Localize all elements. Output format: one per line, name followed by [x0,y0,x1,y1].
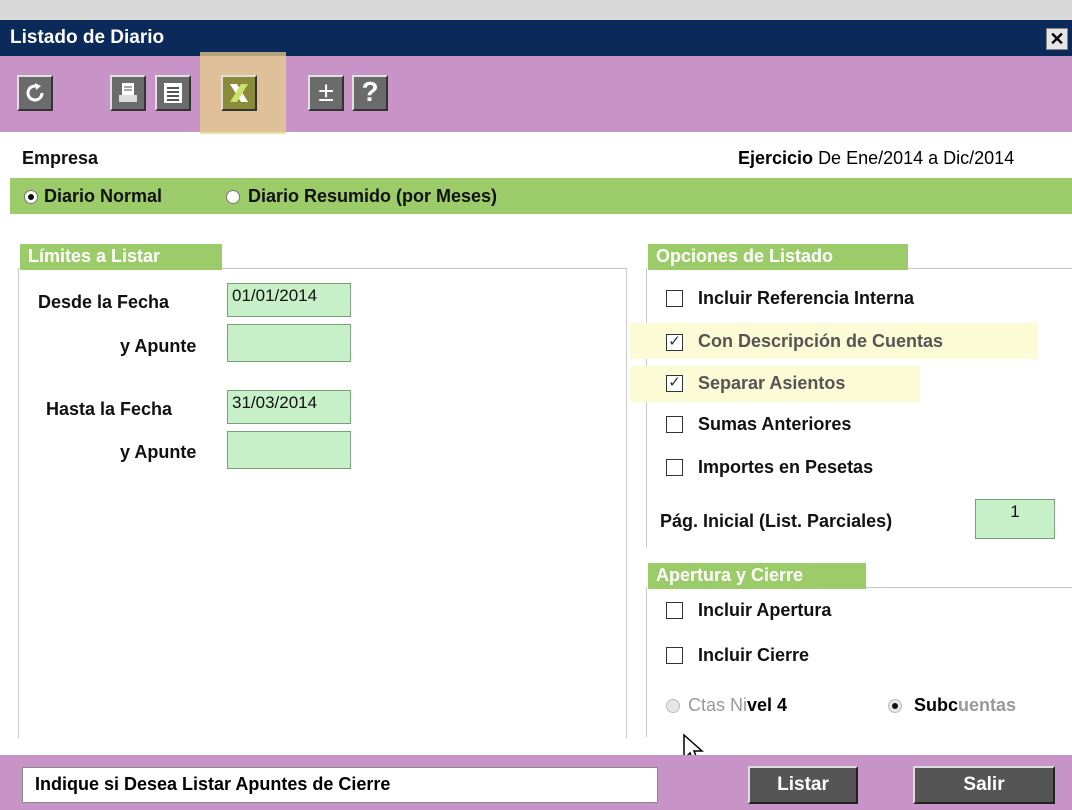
label-separar-asientos: Separar Asientos [698,373,846,393]
preview-button[interactable] [155,75,191,111]
refresh-button[interactable] [17,75,53,111]
ctas-nivel-text: Ctas Ni [688,695,748,715]
limits-top-border [222,268,626,269]
apertura-left-border [646,587,647,737]
hasta-fecha-input[interactable]: 31/03/2014 [227,390,351,424]
mode-bar [10,178,1072,214]
refresh-icon [26,83,44,102]
subcuentas-rest: uentas [958,695,1017,715]
options-left-border [646,268,647,548]
chk-sumas-anteriores[interactable] [666,416,683,433]
empresa-label: Empresa [22,148,99,168]
chk-incluir-cierre[interactable] [666,647,683,664]
options-heading: Opciones de Listado [648,244,908,270]
apertura-heading: Apertura y Cierre [648,563,866,589]
ejercicio-label: Ejercicio [738,148,814,168]
pag-inicial-input[interactable]: 1 [975,499,1055,539]
subcuentas-label: Subcuentas [914,695,1016,716]
label-descripcion-cuentas: Con Descripción de Cuentas [698,331,944,351]
options-top-border [908,268,1072,269]
ctas-nivel-bold: vel 4 [747,695,788,715]
ejercicio-value: De Ene/2014 a Dic/2014 [818,148,1015,168]
chk-importes-pesetas[interactable] [666,459,683,476]
listar-button[interactable]: Listar [748,766,858,804]
help-button[interactable]: ? [352,75,388,111]
apunte2-label: y Apunte [120,442,197,462]
limits-right-border [626,268,627,738]
excel-icon [230,84,248,102]
chk-referencia-interna[interactable] [666,290,683,307]
desde-fecha-input[interactable]: 01/01/2014 [227,283,351,317]
hasta-fecha-label: Hasta la Fecha [46,399,173,419]
limits-left-border [18,268,19,738]
excel-button[interactable] [221,75,257,111]
apunte1-label: y Apunte [120,336,197,356]
print-button[interactable] [110,75,146,111]
diario-resumido-label: Diario Resumido (por Meses) [248,186,498,206]
apunte1-input[interactable] [227,324,351,362]
pag-inicial-label: Pág. Inicial (List. Parciales) [660,511,893,531]
chk-descripcion-cuentas[interactable]: ✓ [666,334,683,351]
label-referencia-interna: Incluir Referencia Interna [698,288,915,308]
chk-incluir-apertura[interactable] [666,602,683,619]
list-icon [164,83,182,103]
window-title: Listado de Diario [10,27,165,48]
radio-diario-normal[interactable] [24,190,38,204]
plus-minus-button[interactable]: ± [308,75,344,111]
ejercicio: Ejercicio De Ene/2014 a Dic/2014 [738,148,1014,169]
apertura-top-border [866,587,1072,588]
label-importes-pesetas: Importes en Pesetas [698,457,874,477]
radio-subcuentas[interactable] [888,699,902,713]
label-sumas-anteriores: Sumas Anteriores [698,414,852,434]
radio-diario-resumido[interactable] [226,190,240,204]
chk-separar-asientos[interactable]: ✓ [666,375,683,392]
radio-ctas-nivel[interactable] [666,699,680,713]
ctas-nivel-label: Ctas Nivel 4 [688,695,787,716]
desde-fecha-label: Desde la Fecha [38,292,170,312]
salir-button[interactable]: Salir [913,766,1055,804]
status-message: Indique si Desea Listar Apuntes de Cierr… [22,767,658,803]
label-incluir-apertura: Incluir Apertura [698,600,832,620]
limits-heading: Límites a Listar [20,244,222,270]
label-incluir-cierre: Incluir Cierre [698,645,810,665]
diario-normal-label: Diario Normal [44,186,163,206]
printer-icon [119,83,137,102]
apunte2-input[interactable] [227,431,351,469]
subcuentas-bold: Subc [914,695,959,715]
top-strip [0,0,1072,20]
close-button[interactable]: ✕ [1046,28,1068,50]
